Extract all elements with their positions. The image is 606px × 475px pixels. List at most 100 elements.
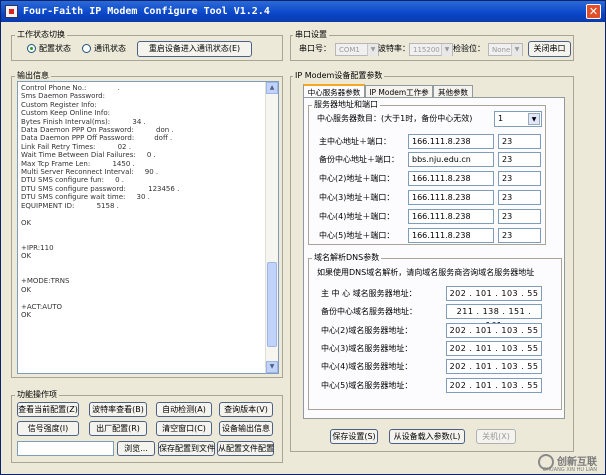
output-text: Control Phone No.: . Sms Daemon Password:… xyxy=(21,84,265,319)
output-line: +ACT:AUTO xyxy=(21,302,62,311)
output-line: Custom Keep Online Info: xyxy=(21,109,110,118)
parity-select[interactable]: None ▼ xyxy=(488,43,523,56)
close-icon[interactable]: ✕ xyxy=(586,4,601,19)
server-address-input[interactable]: 166.111.8.238 xyxy=(408,228,494,243)
output-scrollbar[interactable]: ▲ ▼ xyxy=(265,82,278,373)
baud-label: 波特率： xyxy=(378,44,410,53)
output-line: +IPR:110 xyxy=(21,243,54,252)
scroll-thumb[interactable] xyxy=(267,262,277,347)
dns-ip-input[interactable]: 202 . 101 . 103 . 55 xyxy=(446,286,542,301)
server-address-input[interactable]: 166.111.8.238 xyxy=(408,134,494,149)
output-line: DTU SMS configure password: 123456 . xyxy=(21,184,180,193)
signal-strength-button[interactable]: 信号强度(I) xyxy=(17,421,79,436)
dns-ip-input[interactable]: 202 . 101 . 103 . 55 xyxy=(446,341,542,356)
server-group-title: 服务器地址和端口 xyxy=(312,100,380,110)
comm-state-label: 通讯状态 xyxy=(94,44,126,53)
output-line: Multi Server Reconnect Interval: 90 . xyxy=(21,168,159,177)
chevron-down-icon: ▼ xyxy=(511,44,522,56)
clear-window-button[interactable]: 清空窗口(C) xyxy=(156,421,212,436)
config-from-file-button[interactable]: 从配置文件配置 xyxy=(217,441,274,456)
server-port-input[interactable]: 23 xyxy=(498,228,541,243)
watermark-logo: 创新互联 CHUANG XIN HU LIAN xyxy=(538,453,597,473)
dns-note: 如果使用DNS域名解析，请向域名服务商咨询域名服务器地址 xyxy=(317,268,535,277)
save-config-to-file-button[interactable]: 保存配置到文件 xyxy=(158,441,215,456)
dns-label: 中心(2)域名服务器地址： xyxy=(321,326,413,335)
serial-title: 串口设置 xyxy=(293,30,329,40)
server-port-input[interactable]: 23 xyxy=(498,209,541,224)
query-version-button[interactable]: 查询版本(V) xyxy=(219,402,273,417)
server-port-input[interactable]: 23 xyxy=(498,171,541,186)
factory-config-button[interactable]: 出厂配置(R) xyxy=(89,421,147,436)
output-line: Data Daemon PPP On Password: don . xyxy=(21,126,174,135)
output-line: DTU SMS configure fun: 0 . xyxy=(21,176,125,185)
tab-center-server[interactable]: 中心服务器参数 xyxy=(303,84,365,98)
parity-label: 检验位： xyxy=(453,44,485,53)
save-settings-button[interactable]: 保存设置(S) xyxy=(330,429,378,444)
dns-group-title: 域名解析DNS参数 xyxy=(312,253,382,263)
server-address-input[interactable]: 166.111.8.238 xyxy=(408,209,494,224)
output-line: OK xyxy=(21,310,32,319)
close-port-button[interactable]: 关闭串口 xyxy=(528,41,571,57)
work-state-title: 工作状态切换 xyxy=(15,30,67,40)
output-line: OK xyxy=(21,252,32,261)
view-current-config-button[interactable]: 查看当前配置(Z) xyxy=(17,402,79,417)
server-address-input[interactable]: 166.111.8.238 xyxy=(408,171,494,186)
server-label: 中心(2)地址＋端口： xyxy=(319,174,395,183)
auto-detect-button[interactable]: 自动检测(A) xyxy=(156,402,212,417)
output-line: Control Phone No.: . xyxy=(21,84,120,92)
output-line: Wait Time Between Dial Failures: 0 . xyxy=(21,151,156,160)
dns-ip-input[interactable]: 202 . 101 . 103 . 55 xyxy=(446,359,542,374)
app-icon xyxy=(5,5,18,18)
server-address-input[interactable]: bbs.nju.edu.cn xyxy=(408,152,494,167)
comm-state-radio[interactable] xyxy=(82,44,91,53)
restart-comm-button[interactable]: 重启设备进入通讯状态(E) xyxy=(137,41,252,57)
server-label: 中心(4)地址＋端口： xyxy=(319,212,395,221)
dns-label: 中心(4)域名服务器地址： xyxy=(321,362,413,371)
server-label: 备份中心地址＋端口： xyxy=(319,155,399,164)
main-window: Four-Faith IP Modem Configure Tool V1.2.… xyxy=(0,0,606,475)
dns-label: 主 中 心 域名服务器地址： xyxy=(321,289,417,298)
output-line: EQUIPMENT ID: 5158 . xyxy=(21,201,119,210)
server-port-input[interactable]: 23 xyxy=(498,152,541,167)
output-line: Max Tcp Frame Len: 1450 . xyxy=(21,159,135,168)
server-label: 中心(5)地址＋端口： xyxy=(319,231,395,240)
file-path-input[interactable] xyxy=(17,441,114,456)
server-port-input[interactable]: 23 xyxy=(498,190,541,205)
chevron-down-icon: ▼ xyxy=(528,113,540,125)
server-port-input[interactable]: 23 xyxy=(498,134,541,149)
output-textarea[interactable]: Control Phone No.: . Sms Daemon Password:… xyxy=(17,81,279,374)
output-line: Sms Daemon Password: xyxy=(21,92,105,101)
output-title: 输出信息 xyxy=(15,71,51,81)
shutdown-button[interactable]: 关机(X) xyxy=(476,429,516,444)
server-address-input[interactable]: 166.111.8.238 xyxy=(408,190,494,205)
output-line: OK xyxy=(21,285,32,294)
baud-select[interactable]: 115200 ▼ xyxy=(409,43,453,56)
server-count-label: 中心服务器数目：(大于1时，备份中心无效) xyxy=(317,114,473,123)
load-params-button[interactable]: 从设备载入参数(L) xyxy=(389,429,465,444)
browse-button[interactable]: 浏览... xyxy=(117,441,155,456)
window-title: Four-Faith IP Modem Configure Tool V1.2.… xyxy=(23,6,270,17)
dns-label: 中心(3)域名服务器地址： xyxy=(321,344,413,353)
chevron-down-icon: ▼ xyxy=(441,44,452,56)
dns-ip-input[interactable]: 202 . 101 . 103 . 55 xyxy=(446,378,542,393)
port-select[interactable]: COM1 ▼ xyxy=(335,43,379,56)
dns-ip-input[interactable]: 211 . 138 . 151 . 161 xyxy=(446,304,542,330)
server-count-select[interactable]: 1 ▼ xyxy=(494,111,542,127)
ipmodem-title: IP Modem设备配置参数 xyxy=(293,71,385,81)
config-state-radio[interactable] xyxy=(27,44,36,53)
output-line: Data Daemon PPP Off Password: doff . xyxy=(21,134,173,143)
port-label: 串口号： xyxy=(299,44,331,53)
scroll-up-icon[interactable]: ▲ xyxy=(266,82,278,94)
server-label: 中心(3)地址＋端口： xyxy=(319,193,395,202)
title-bar: Four-Faith IP Modem Configure Tool V1.2.… xyxy=(1,1,605,22)
view-baud-button[interactable]: 波特率查看(B) xyxy=(89,402,147,417)
dns-ip-input[interactable]: 202 . 101 . 103 . 55 xyxy=(446,323,542,338)
save-output-button[interactable]: 设备输出信息 xyxy=(219,421,273,436)
scroll-down-icon[interactable]: ▼ xyxy=(266,361,278,373)
output-line: OK xyxy=(21,218,32,227)
